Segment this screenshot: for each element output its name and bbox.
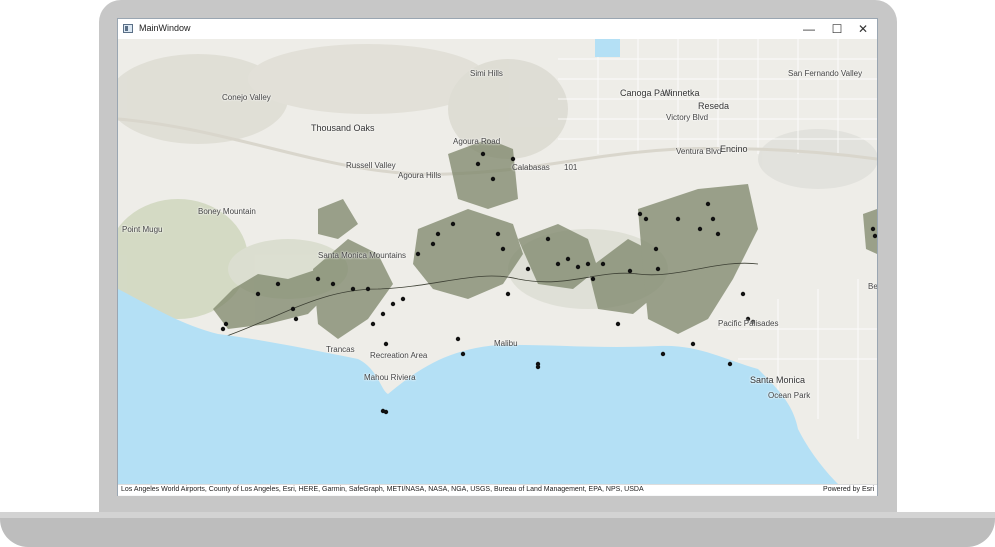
label-agoura-hills: Agoura Hills — [398, 171, 442, 180]
label-calabasas: Calabasas — [512, 163, 550, 172]
label-bel-air: Be — [868, 282, 877, 291]
basemap[interactable] — [118, 39, 877, 484]
title-bar[interactable]: MainWindow — ☐ ✕ — [118, 19, 877, 39]
label-pacific-palisades: Pacific Palisades — [718, 319, 779, 328]
label-route-101: 101 — [564, 163, 578, 172]
label-santa-monica-mountains: Santa Monica Mountains — [318, 251, 407, 260]
label-ocean-park: Ocean Park — [768, 391, 811, 400]
minimize-button[interactable]: — — [795, 19, 823, 39]
label-ventura-blvd: Ventura Blvd — [676, 147, 722, 156]
label-encino: Encino — [720, 144, 748, 154]
powered-by-esri[interactable]: Powered by Esri — [823, 486, 874, 493]
label-san-fernando-valley: San Fernando Valley — [788, 69, 863, 78]
map-attribution-bar: Los Angeles World Airports, County of Lo… — [118, 484, 877, 496]
label-agoura-road: Agoura Road — [453, 137, 501, 146]
app-icon — [123, 24, 133, 33]
laptop-base — [0, 512, 995, 547]
window-title: MainWindow — [139, 23, 191, 33]
label-victory-blvd: Victory Blvd — [666, 113, 709, 122]
label-santa-monica: Santa Monica — [750, 375, 806, 385]
label-recreation-area: Recreation Area — [370, 351, 428, 360]
maximize-button[interactable]: ☐ — [823, 19, 851, 39]
label-winnetka: Winnetka — [662, 88, 700, 98]
main-window: MainWindow — ☐ ✕ Simi Hills Conejo Valle… — [118, 19, 877, 496]
label-simi-hills: Simi Hills — [470, 69, 503, 78]
label-russell-valley: Russell Valley — [346, 161, 396, 170]
close-button[interactable]: ✕ — [849, 19, 877, 39]
label-conejo-valley: Conejo Valley — [222, 93, 271, 102]
label-thousand-oaks: Thousand Oaks — [311, 123, 375, 133]
reservoir — [595, 39, 620, 57]
label-point-mugu: Point Mugu — [122, 225, 163, 234]
label-boney-mountain: Boney Mountain — [198, 207, 256, 216]
label-reseda: Reseda — [698, 101, 730, 111]
laptop-base-edge — [0, 512, 995, 518]
label-malibu: Malibu — [494, 339, 518, 348]
attribution-text: Los Angeles World Airports, County of Lo… — [121, 486, 644, 493]
label-trancas: Trancas — [326, 345, 355, 354]
label-mahou-riviera: Mahou Riviera — [364, 373, 416, 382]
map-view[interactable]: Simi Hills Conejo Valley Thousand Oaks R… — [118, 39, 877, 484]
